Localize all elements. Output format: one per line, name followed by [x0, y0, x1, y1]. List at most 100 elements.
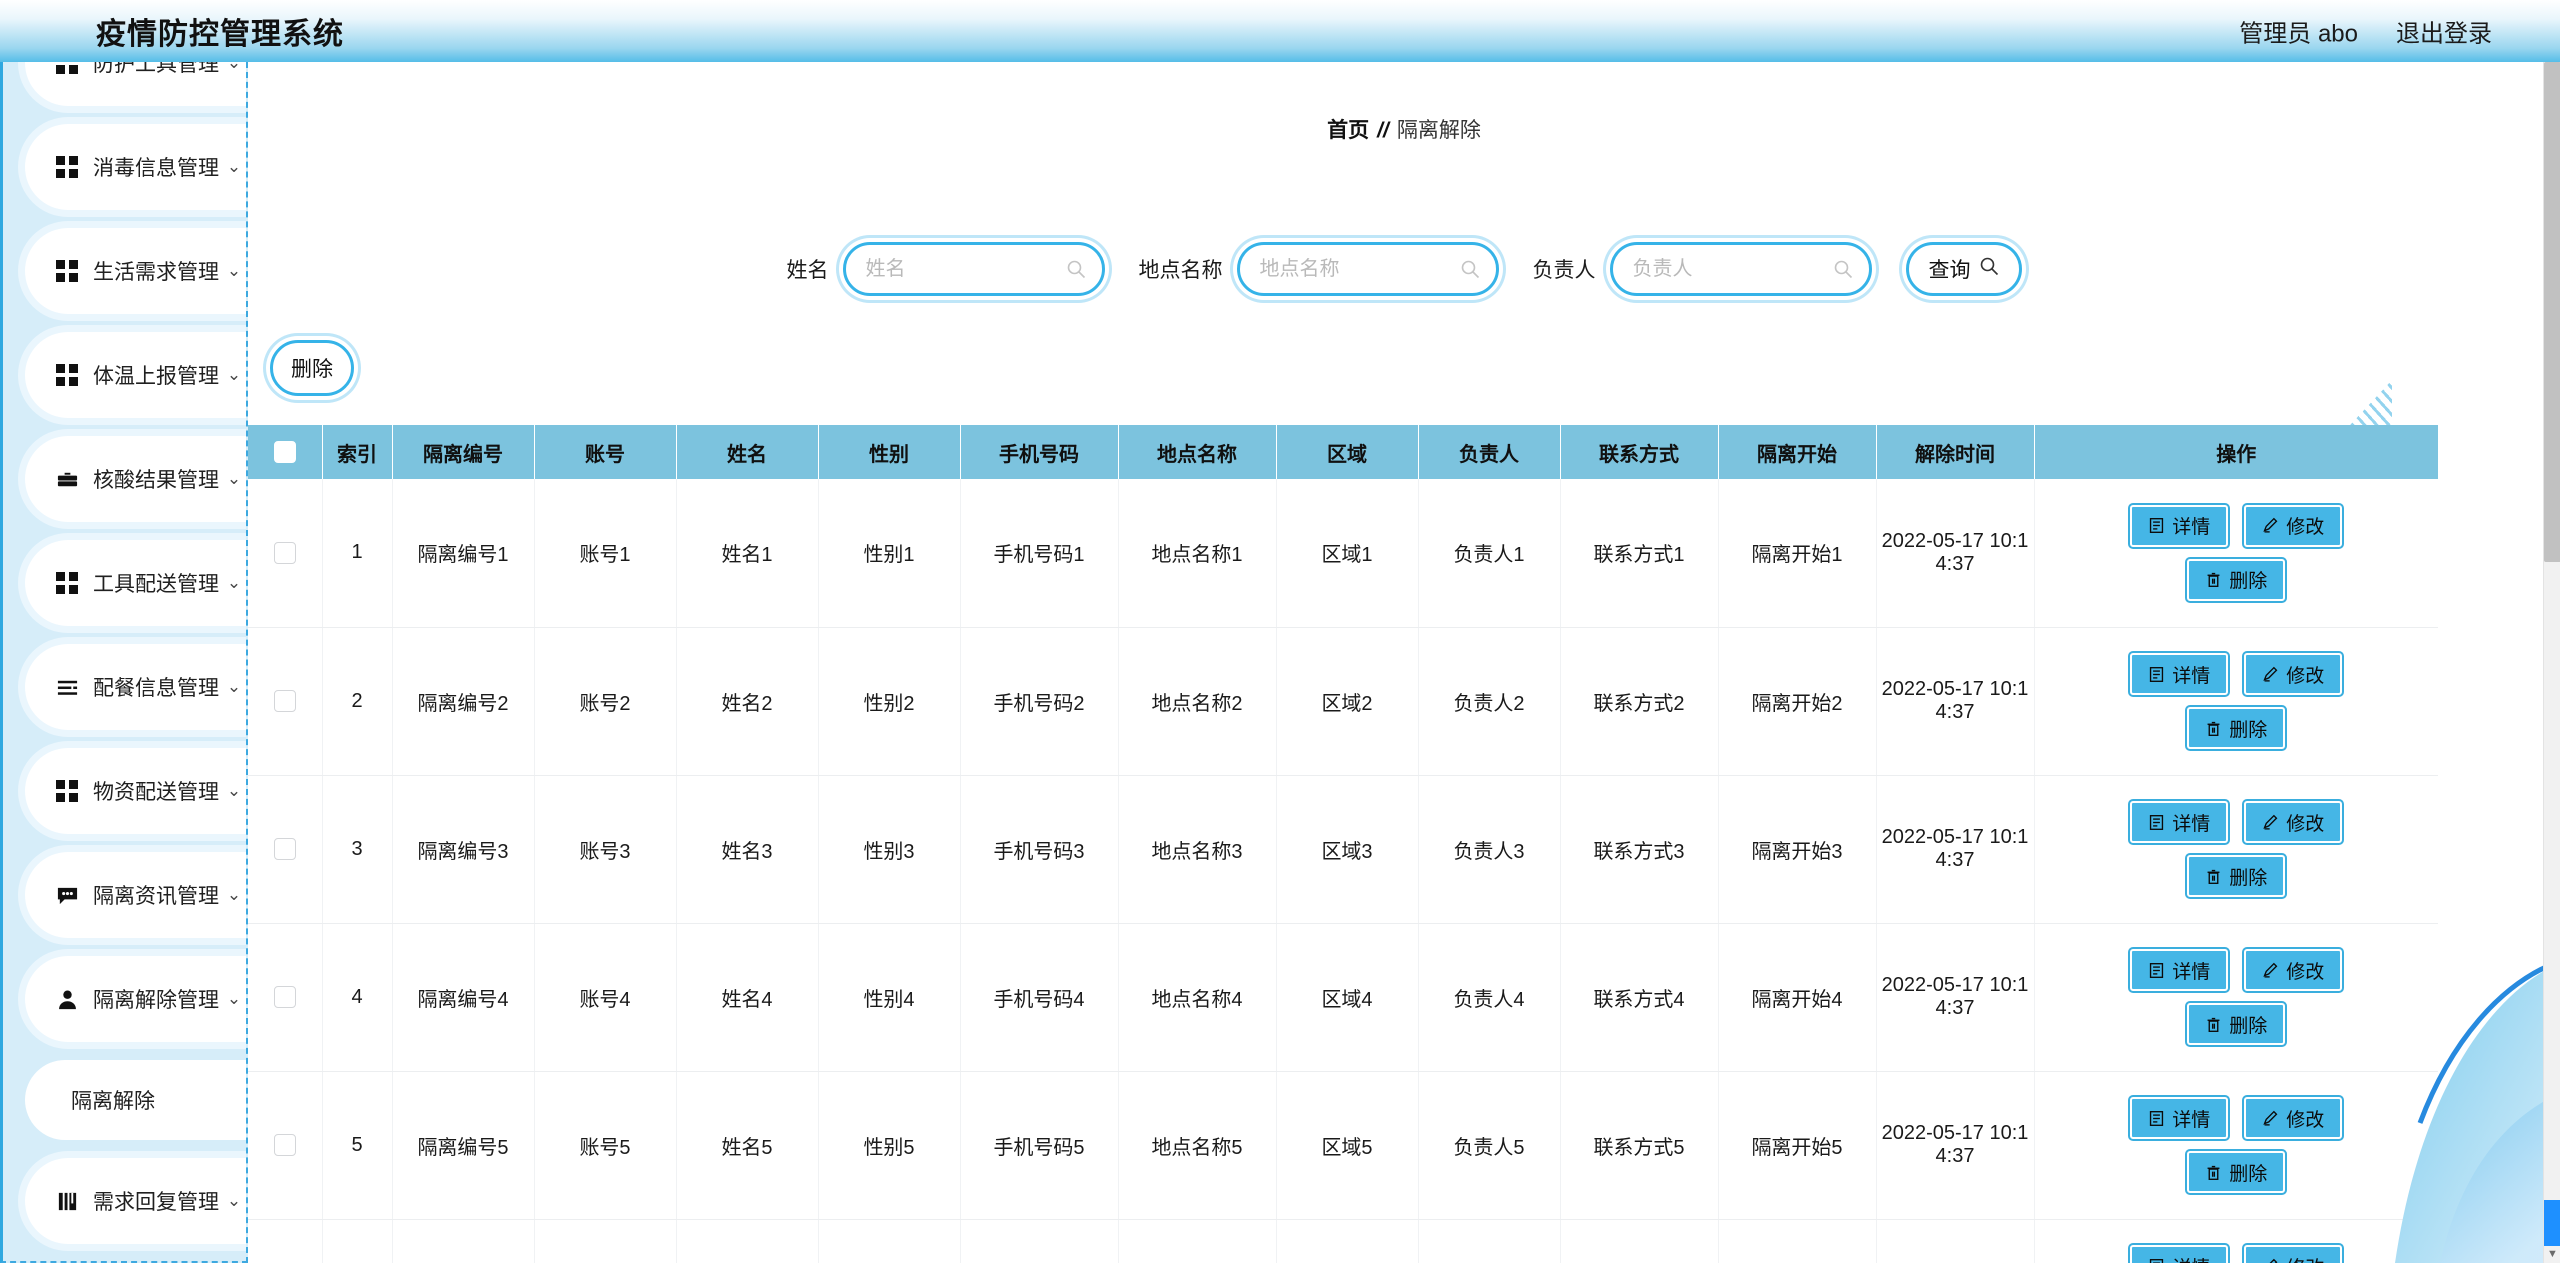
delete-button[interactable]: 删除: [2185, 853, 2288, 899]
scroll-down-arrow-icon[interactable]: ▼: [2544, 1246, 2560, 1263]
filter-owner-input-wrap[interactable]: [1609, 242, 1872, 296]
cell-end: 2022-05-17 10:14:37: [1876, 775, 2035, 924]
chevron-down-icon[interactable]: ⌄: [219, 261, 246, 281]
detail-button[interactable]: 详情: [2128, 651, 2231, 697]
row-checkbox[interactable]: [273, 1134, 296, 1157]
column-header-owner[interactable]: 负责人: [1418, 425, 1561, 479]
document-icon: [2150, 962, 2164, 978]
search-input-name[interactable]: [845, 245, 1102, 293]
top-header-bar: 疫情防控管理系统 管理员 abo 退出登录: [0, 0, 2560, 62]
cell-place: 地点名称4: [1118, 923, 1277, 1072]
column-header-area[interactable]: 区域: [1276, 425, 1419, 479]
column-header-ops[interactable]: 操作: [2034, 425, 2438, 479]
filter-place: 地点名称: [1139, 242, 1499, 296]
sidebar-item-8[interactable]: 隔离资讯管理 ⌄: [25, 852, 246, 938]
chevron-down-icon[interactable]: ⌄: [219, 885, 246, 905]
detail-button-label: 详情: [2172, 517, 2211, 539]
sidebar-item-4[interactable]: 核酸结果管理 ⌄: [25, 436, 246, 522]
column-header-start[interactable]: 隔离开始: [1718, 425, 1877, 479]
query-button[interactable]: 查询: [1905, 242, 2022, 296]
scrollbar-thumb[interactable]: [2544, 62, 2560, 562]
breadcrumb-home[interactable]: 首页: [1327, 119, 1369, 142]
column-header-iso-no[interactable]: 隔离编号: [392, 425, 535, 479]
chevron-down-icon[interactable]: ⌄: [219, 677, 246, 697]
column-header-index[interactable]: 索引: [322, 425, 393, 479]
search-input-owner[interactable]: [1612, 245, 1869, 293]
row-checkbox[interactable]: [273, 690, 296, 713]
column-header-name[interactable]: 姓名: [676, 425, 819, 479]
filter-place-input-wrap[interactable]: [1236, 242, 1499, 296]
detail-button[interactable]: 详情: [2128, 1243, 2231, 1263]
delete-button[interactable]: 删除: [2185, 1001, 2288, 1047]
column-header-contact[interactable]: 联系方式: [1560, 425, 1719, 479]
chevron-down-icon[interactable]: ⌄: [219, 365, 246, 385]
cell-operations: 详情修改删除: [2034, 1219, 2438, 1263]
sidebar-item-9[interactable]: 隔离解除管理 ⌄: [25, 956, 246, 1042]
detail-button[interactable]: 详情: [2128, 799, 2231, 845]
sidebar-item-10[interactable]: 需求回复管理 ⌄: [25, 1158, 246, 1244]
edit-button[interactable]: 修改: [2242, 947, 2345, 993]
cell-account: 账号6: [534, 1219, 677, 1263]
sidebar-item-5[interactable]: 工具配送管理 ⌄: [25, 540, 246, 626]
cell-area: 区域1: [1276, 479, 1419, 628]
grid-icon: [55, 363, 79, 387]
cell-area: 区域4: [1276, 923, 1419, 1072]
cell-gender: 性别1: [818, 479, 961, 628]
vertical-scrollbar[interactable]: ▼: [2543, 62, 2560, 1263]
cell-name: 姓名5: [676, 1071, 819, 1220]
chevron-down-icon[interactable]: ⌄: [219, 781, 246, 801]
sidebar-item-2[interactable]: 生活需求管理 ⌄: [25, 228, 246, 314]
row-checkbox[interactable]: [273, 986, 296, 1009]
delete-button[interactable]: 删除: [2185, 705, 2288, 751]
column-header-end[interactable]: 解除时间: [1876, 425, 2035, 479]
filter-name-input-wrap[interactable]: [842, 242, 1105, 296]
edit-button[interactable]: 修改: [2242, 1095, 2345, 1141]
row-checkbox[interactable]: [273, 541, 296, 564]
chevron-down-icon[interactable]: ⌄: [219, 989, 246, 1009]
detail-button[interactable]: 详情: [2128, 1095, 2231, 1141]
logout-link[interactable]: 退出登录: [2396, 14, 2492, 49]
table-row: 1 隔离编号1 账号1 姓名1 性别1 手机号码1 地点名称1 区域1 负责人1 联系方式1 隔离开…: [248, 479, 2438, 628]
chevron-down-icon[interactable]: ⌄: [219, 157, 246, 177]
edit-button[interactable]: 修改: [2242, 502, 2345, 549]
header-user-area: 管理员 abo 退出登录: [2239, 14, 2492, 49]
cell-start: 隔离开始4: [1718, 923, 1877, 1072]
column-header-account[interactable]: 账号: [534, 425, 677, 479]
edit-button[interactable]: 修改: [2242, 651, 2345, 697]
cell-area: 区域2: [1276, 627, 1419, 776]
column-header-gender[interactable]: 性别: [818, 425, 961, 479]
sidebar-item-1[interactable]: 消毒信息管理 ⌄: [25, 124, 246, 210]
chevron-down-icon[interactable]: ⌄: [219, 469, 246, 489]
sidebar-item-6[interactable]: 配餐信息管理 ⌄: [25, 644, 246, 730]
cell-iso-no: 隔离编号1: [392, 479, 535, 628]
cell-iso-no: 隔离编号3: [392, 775, 535, 924]
chevron-down-icon[interactable]: ⌄: [219, 62, 246, 73]
delete-button[interactable]: 删除: [2185, 1149, 2288, 1195]
cell-area: 区域3: [1276, 775, 1419, 924]
cell-operations: 详情修改删除: [2034, 627, 2438, 776]
cell-phone: 手机号码6: [960, 1219, 1119, 1263]
edit-button[interactable]: 修改: [2242, 1243, 2345, 1263]
sidebar-item-0[interactable]: 防护工具管理 ⌄: [25, 62, 246, 106]
detail-button[interactable]: 详情: [2128, 502, 2231, 549]
trash-icon: [2207, 1165, 2220, 1180]
chevron-down-icon[interactable]: ⌄: [219, 1191, 246, 1211]
detail-button[interactable]: 详情: [2128, 947, 2231, 993]
edit-button[interactable]: 修改: [2242, 799, 2345, 845]
bulk-delete-button[interactable]: 删除: [270, 340, 354, 396]
column-header-place[interactable]: 地点名称: [1118, 425, 1277, 479]
chevron-down-icon[interactable]: ⌄: [219, 573, 246, 593]
search-input-place[interactable]: [1239, 245, 1496, 293]
edit-button-label: 修改: [2286, 517, 2325, 539]
sidebar-item-3[interactable]: 体温上报管理 ⌄: [25, 332, 246, 418]
sidebar-item-7[interactable]: 物资配送管理 ⌄: [25, 748, 246, 834]
bulk-delete-label: 删除: [291, 358, 333, 381]
detail-button-label: 详情: [2172, 813, 2211, 835]
sidebar-item-label: 隔离资讯管理: [93, 885, 219, 908]
delete-button[interactable]: 删除: [2185, 556, 2288, 603]
row-checkbox[interactable]: [273, 838, 296, 861]
select-all-checkbox[interactable]: [273, 441, 296, 464]
column-header-phone[interactable]: 手机号码: [960, 425, 1119, 479]
sidebar-subitem-isolation-release[interactable]: 隔离解除: [25, 1060, 246, 1140]
grid-icon: [55, 571, 79, 595]
